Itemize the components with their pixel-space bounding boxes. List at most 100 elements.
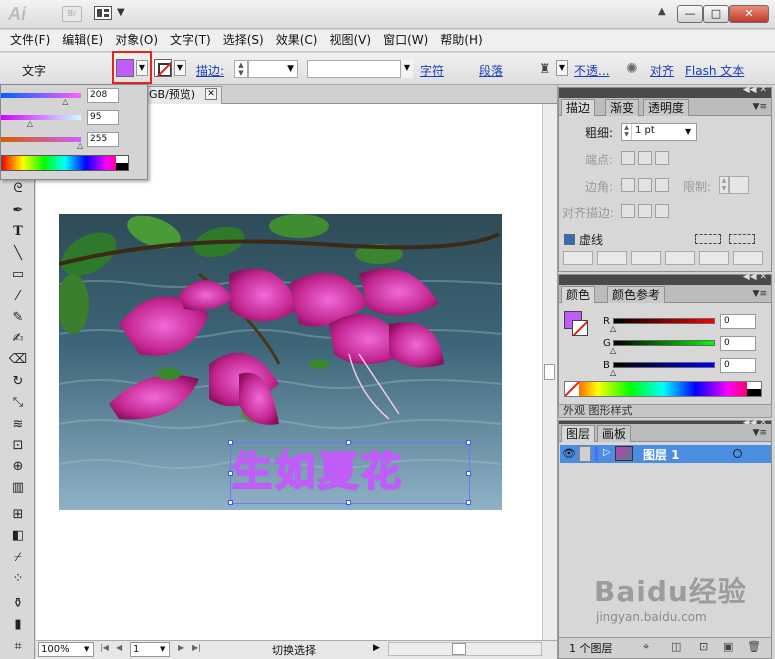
blend-tool-icon[interactable]: ⁘ [8, 570, 28, 588]
blue-value-field[interactable]: 0 [720, 358, 756, 373]
align-outside-icon[interactable] [655, 204, 669, 218]
lasso-tool-icon[interactable]: ᘓ [8, 180, 28, 198]
graph-tool-icon[interactable]: ▥ [8, 479, 28, 497]
clipping-mask-icon[interactable]: ◫ [671, 640, 681, 653]
new-sublayer-icon[interactable]: ⊡ [699, 640, 708, 653]
blue-slider-thumb[interactable]: △ [610, 368, 616, 377]
chevron-down-icon[interactable]: ▼ [84, 645, 89, 653]
dashed-line-checkbox[interactable] [564, 234, 575, 245]
menu-object[interactable]: 对象(O) [109, 30, 164, 51]
first-page-icon[interactable]: |◀ [100, 643, 109, 652]
style-icon[interactable]: ♜ [539, 62, 551, 77]
close-button[interactable]: ✕ [729, 5, 769, 23]
butt-cap-icon[interactable] [621, 151, 635, 165]
blue-slider-thumb[interactable]: △ [77, 141, 83, 150]
round-join-icon[interactable] [638, 178, 652, 192]
rotate-tool-icon[interactable]: ↻ [8, 373, 28, 391]
green-value-field[interactable]: 95 [87, 110, 119, 125]
maximize-button[interactable]: □ [703, 5, 729, 23]
tab-transparency[interactable]: 透明度 [643, 99, 690, 116]
red-value-field[interactable]: 0 [720, 314, 756, 329]
tab-color-guide[interactable]: 颜色参考 [607, 286, 666, 303]
visibility-eye-icon[interactable]: 👁 [562, 447, 576, 460]
chevron-down-icon[interactable]: ▼ [117, 7, 125, 18]
panel-menu-icon[interactable]: ▼≡ [753, 102, 767, 112]
collapse-icon[interactable]: ▲ [658, 6, 666, 17]
eyedropper-tool-icon[interactable]: ⌿ [8, 549, 28, 567]
tab-stroke[interactable]: 描边 [561, 99, 596, 116]
limit-input[interactable] [729, 176, 749, 194]
green-slider[interactable] [1, 115, 81, 120]
paragraph-link[interactable]: 段落 [479, 62, 503, 79]
blue-slider[interactable] [1, 137, 81, 142]
none-swatch[interactable] [565, 382, 579, 396]
stroke-color-swatch[interactable] [572, 320, 588, 336]
warp-tool-icon[interactable]: ≋ [8, 416, 28, 434]
status-text[interactable]: 切换选择 [272, 642, 316, 658]
expand-triangle-icon[interactable]: ▷ [603, 447, 611, 458]
chevron-down-icon[interactable]: ▼ [685, 127, 691, 136]
menu-view[interactable]: 视图(V) [323, 30, 377, 51]
stroke-color-swatch[interactable] [154, 59, 172, 77]
scale-tool-icon[interactable]: ⤡ [8, 394, 28, 412]
red-value-field[interactable]: 208 [87, 88, 119, 103]
eraser-tool-icon[interactable]: ⌫ [8, 351, 28, 369]
pen-tool-icon[interactable]: ✒ [8, 202, 28, 220]
opacity-link[interactable]: 不透... [574, 62, 609, 79]
blue-value-field[interactable]: 255 [87, 132, 119, 147]
stroke-weight-dropdown[interactable]: ▼ [248, 60, 298, 78]
panel-menu-icon[interactable]: ▼≡ [753, 428, 767, 438]
horizontal-scroll-thumb[interactable] [452, 643, 466, 655]
menu-type[interactable]: 文字(T) [164, 30, 217, 51]
projecting-cap-icon[interactable] [655, 151, 669, 165]
free-transform-tool-icon[interactable]: ⊡ [8, 437, 28, 455]
symbol-sprayer-tool-icon[interactable]: ⚱ [8, 595, 28, 613]
column-graph-tool-icon[interactable]: ▮ [8, 616, 28, 634]
last-page-icon[interactable]: ▶| [192, 643, 201, 652]
align-link[interactable]: 对齐 [650, 62, 674, 79]
artwork-text[interactable]: 生如夏花 [231, 442, 470, 504]
dash-field[interactable] [631, 251, 661, 265]
blob-brush-tool-icon[interactable]: ✍ [8, 330, 28, 348]
vertical-scroll-thumb[interactable] [544, 364, 555, 380]
next-page-icon[interactable]: ▶ [178, 643, 184, 652]
target-circle-icon[interactable] [733, 449, 742, 458]
round-cap-icon[interactable] [638, 151, 652, 165]
dash-preserve-icon[interactable] [695, 234, 721, 244]
green-value-field[interactable]: 0 [720, 336, 756, 351]
pencil-tool-icon[interactable]: ✎ [8, 309, 28, 327]
character-link[interactable]: 字符 [420, 62, 444, 79]
black-swatch[interactable] [747, 389, 761, 396]
red-slider[interactable] [1, 93, 81, 98]
menu-help[interactable]: 帮助(H) [434, 30, 488, 51]
artboard-tool-icon[interactable]: ⌗ [8, 638, 28, 656]
tab-layers[interactable]: 图层 [561, 425, 596, 442]
miter-join-icon[interactable] [621, 178, 635, 192]
align-center-icon[interactable] [621, 204, 635, 218]
appearance-graphic-styles-tabs[interactable]: 外观 图形样式 [558, 404, 772, 418]
green-slider-thumb[interactable]: △ [610, 346, 616, 355]
weight-stepper[interactable]: ▲ ▼ [622, 124, 632, 140]
stroke-dropdown-icon[interactable]: ▼ [174, 60, 186, 76]
mesh-tool-icon[interactable]: ⊞ [8, 506, 28, 524]
lock-toggle[interactable] [579, 446, 591, 462]
align-inside-icon[interactable] [638, 204, 652, 218]
new-layer-icon[interactable]: ▣ [723, 640, 733, 653]
red-slider[interactable] [613, 318, 715, 324]
type-tool-icon[interactable]: T [8, 223, 28, 241]
gap-field[interactable] [733, 251, 763, 265]
white-swatch[interactable] [747, 382, 761, 389]
gap-field[interactable] [665, 251, 695, 265]
gradient-tool-icon[interactable]: ◧ [8, 527, 28, 545]
red-slider-thumb[interactable]: △ [62, 97, 68, 106]
menu-effect[interactable]: 效果(C) [270, 30, 324, 51]
stroke-weight-stepper[interactable]: ▲ ▼ [234, 60, 248, 78]
flash-text-link[interactable]: Flash 文本 [685, 62, 744, 79]
dash-align-icon[interactable] [729, 234, 755, 244]
close-icon[interactable]: ✕ [205, 88, 217, 100]
minimize-button[interactable]: — [677, 5, 703, 23]
menu-window[interactable]: 窗口(W) [377, 30, 434, 51]
status-menu-icon[interactable]: ▶ [373, 643, 380, 653]
chevron-down-icon[interactable]: ▼ [160, 645, 165, 653]
shape-builder-tool-icon[interactable]: ⊕ [8, 458, 28, 476]
